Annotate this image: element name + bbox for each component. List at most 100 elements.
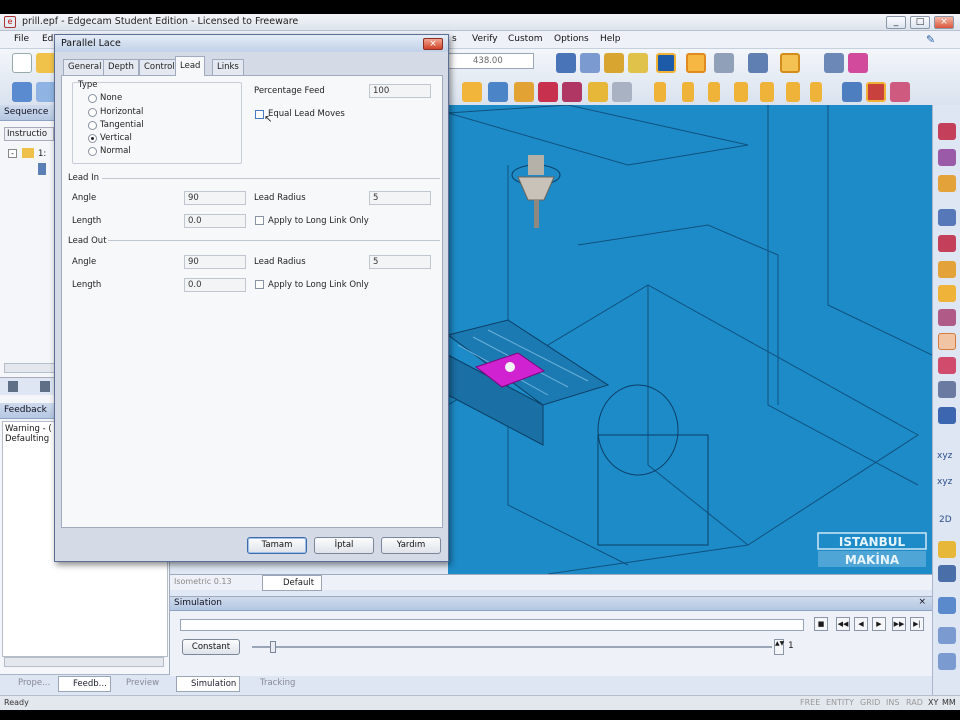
stock-icon[interactable]: [938, 285, 956, 302]
rewind-icon[interactable]: ◀◀: [836, 617, 850, 631]
select-tool-icon[interactable]: [580, 53, 600, 73]
lead-in-length-field[interactable]: 0.0: [184, 214, 246, 228]
lead-out-length-field[interactable]: 0.0: [184, 278, 246, 292]
end-icon[interactable]: ▶|: [910, 617, 924, 631]
menu-help[interactable]: Help: [600, 34, 621, 44]
drill-tool-3-icon[interactable]: [708, 82, 720, 102]
sequence-icon[interactable]: [12, 82, 32, 102]
open-folder-icon[interactable]: [36, 53, 56, 73]
close-window-button[interactable]: ×: [934, 16, 954, 29]
axis-icon[interactable]: [748, 53, 768, 73]
menu-edit[interactable]: Ed: [42, 34, 53, 44]
lead-in-angle-field[interactable]: 90: [184, 191, 246, 205]
edit-icon[interactable]: [938, 565, 956, 582]
cycle-active-icon[interactable]: [866, 82, 886, 102]
radio-tangential[interactable]: [88, 121, 97, 130]
menu-file[interactable]: File: [14, 34, 29, 44]
lead-in-apply-checkbox[interactable]: [255, 216, 264, 225]
new-file-icon[interactable]: [12, 53, 32, 73]
fast-forward-icon[interactable]: ▶▶: [892, 617, 906, 631]
machining-op-1-icon[interactable]: [462, 82, 482, 102]
radio-horizontal[interactable]: [88, 108, 97, 117]
pan-view-icon[interactable]: [628, 53, 648, 73]
maximize-button[interactable]: □: [910, 16, 930, 29]
cancel-button[interactable]: İptal: [314, 537, 374, 554]
feedback-scrollbar[interactable]: [4, 657, 164, 667]
graph-icon[interactable]: [848, 53, 868, 73]
2d-icon[interactable]: 2D: [939, 515, 952, 525]
help-button[interactable]: Yardım: [381, 537, 441, 554]
stop-icon[interactable]: ■: [814, 617, 828, 631]
move-icon[interactable]: [938, 653, 956, 670]
machining-op-7-icon[interactable]: [612, 82, 632, 102]
radio-vertical[interactable]: [88, 134, 97, 143]
pattern-icon[interactable]: [938, 357, 956, 374]
menu-custom[interactable]: Custom: [508, 34, 542, 44]
layer-icon-1[interactable]: [938, 123, 956, 140]
shield-icon[interactable]: [938, 407, 956, 424]
machining-op-4-icon[interactable]: [538, 82, 558, 102]
transform-icon[interactable]: [938, 597, 956, 614]
pin-icon[interactable]: ✎: [926, 33, 935, 46]
minimize-button[interactable]: _: [886, 16, 906, 29]
cycle-settings-icon[interactable]: [890, 82, 910, 102]
drill-tool-7-icon[interactable]: [810, 82, 822, 102]
drill-tool-1-icon[interactable]: [654, 82, 666, 102]
default-view-tab[interactable]: Default: [262, 575, 322, 591]
lead-out-angle-field[interactable]: 90: [184, 255, 246, 269]
simulation-progress[interactable]: [180, 619, 804, 631]
percentage-feed-field[interactable]: 100: [369, 84, 431, 98]
tab-general[interactable]: General: [63, 59, 107, 75]
drill-tool-6-icon[interactable]: [786, 82, 800, 102]
drill-tool-5-icon[interactable]: [760, 82, 774, 102]
rotate-view-icon[interactable]: [604, 53, 624, 73]
xyz-icon-2[interactable]: xyz: [937, 477, 952, 487]
tab-simulation[interactable]: Simulation: [176, 676, 241, 692]
pointer-tool-icon[interactable]: [556, 53, 576, 73]
tree-expand-icon[interactable]: -: [8, 149, 17, 158]
tab-lead[interactable]: Lead: [175, 56, 206, 76]
tab-properties[interactable]: Prope...: [4, 676, 53, 692]
radio-none[interactable]: [88, 94, 97, 103]
tab-control[interactable]: Control: [139, 59, 180, 75]
lead-in-radius-field[interactable]: 5: [369, 191, 431, 205]
xyz-icon-1[interactable]: xyz: [937, 451, 952, 461]
tab-depth[interactable]: Depth: [103, 59, 139, 75]
tab-tracking[interactable]: Tracking: [246, 676, 298, 692]
machining-op-6-icon[interactable]: [588, 82, 608, 102]
tool-holder-icon[interactable]: [938, 261, 956, 278]
menu-verify[interactable]: Verify: [472, 34, 498, 44]
probe-icon[interactable]: [842, 82, 862, 102]
menu-s[interactable]: s: [452, 34, 457, 44]
zoom-field[interactable]: 438.00: [448, 53, 534, 69]
speed-slider[interactable]: [252, 646, 772, 648]
arrow-icon[interactable]: [938, 381, 956, 398]
radio-normal[interactable]: [88, 147, 97, 156]
grid-icon[interactable]: [824, 53, 844, 73]
3d-viewport[interactable]: ISTANBUL MAKİNA: [448, 105, 932, 574]
drill-tool-2-icon[interactable]: [682, 82, 694, 102]
play-icon[interactable]: ▶: [872, 617, 886, 631]
solid-icon-1[interactable]: [938, 209, 956, 226]
lead-out-apply-checkbox[interactable]: [255, 280, 264, 289]
dialog-close-button[interactable]: ×: [423, 38, 443, 50]
machining-op-5-icon[interactable]: [562, 82, 582, 102]
cylinder-icon[interactable]: [938, 309, 956, 326]
cube-view-icon[interactable]: [656, 53, 676, 73]
tab-preview[interactable]: Preview: [112, 676, 162, 692]
pen-icon[interactable]: [938, 541, 956, 558]
step-back-icon[interactable]: ◀: [854, 617, 868, 631]
light-icon[interactable]: [714, 53, 734, 73]
tab-feedback[interactable]: Feedb...: [58, 676, 111, 692]
copy-icon[interactable]: [8, 381, 18, 392]
line-icon[interactable]: [938, 627, 956, 644]
menu-options[interactable]: Options: [554, 34, 589, 44]
ok-button[interactable]: Tamam: [247, 537, 307, 554]
close-panel-icon[interactable]: ×: [918, 597, 926, 607]
feature-icon[interactable]: [938, 175, 956, 192]
equal-lead-moves-checkbox[interactable]: [255, 110, 264, 119]
speed-spinner[interactable]: ▲▼: [774, 639, 784, 655]
lead-out-radius-field[interactable]: 5: [369, 255, 431, 269]
layer-icon-2[interactable]: [938, 149, 956, 166]
paste-icon[interactable]: [40, 381, 50, 392]
